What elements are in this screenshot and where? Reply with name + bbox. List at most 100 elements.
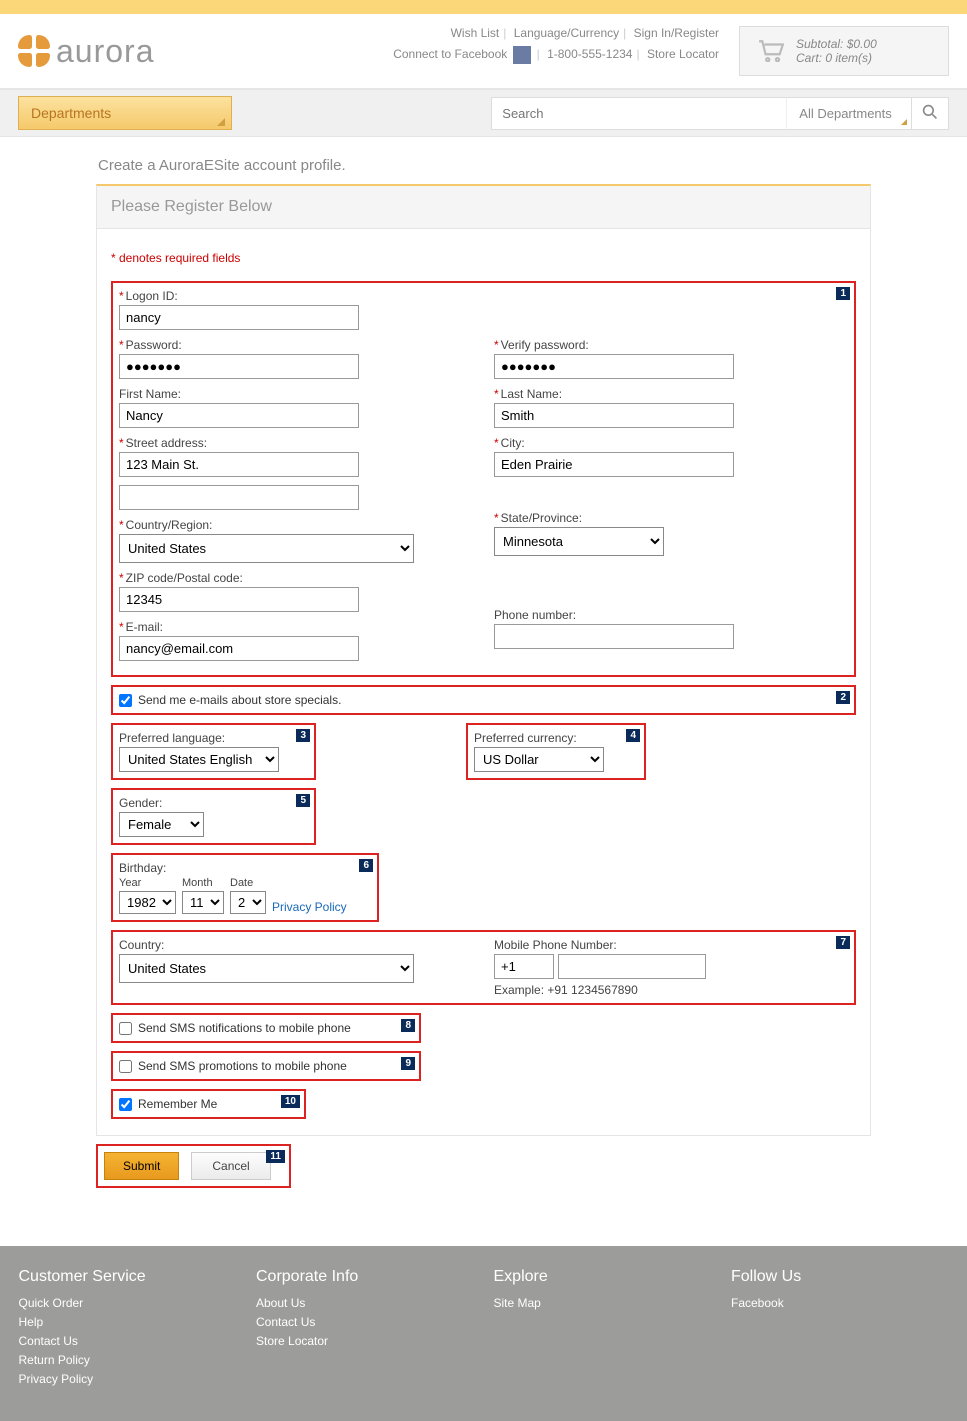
date-label: Date <box>230 877 266 889</box>
facebook-connect-link[interactable]: Connect to Facebook <box>393 47 507 61</box>
buttons-section: 11 Submit Cancel <box>96 1144 291 1188</box>
footer-link[interactable]: Site Map <box>494 1296 712 1310</box>
footer: Customer Service Quick Order Help Contac… <box>0 1246 967 1421</box>
birthday-date-select[interactable]: 2 <box>230 891 266 914</box>
gender-label: Gender: <box>119 796 308 810</box>
birthday-year-select[interactable]: 1982 <box>119 891 176 914</box>
zip-label: ZIP code/Postal code: <box>126 571 243 585</box>
badge-7: 7 <box>836 936 850 949</box>
footer-link[interactable]: Return Policy <box>19 1353 237 1367</box>
cancel-button[interactable]: Cancel <box>191 1152 270 1180</box>
cart-items-value: 0 item(s) <box>825 51 872 65</box>
verify-password-input[interactable] <box>494 354 734 379</box>
logo-text: aurora <box>56 33 155 70</box>
zip-input[interactable] <box>119 587 359 612</box>
footer-link[interactable]: Privacy Policy <box>19 1372 237 1386</box>
footer-corp-title: Corporate Info <box>256 1268 474 1286</box>
badge-8: 8 <box>401 1019 415 1032</box>
birthday-section: 6 Birthday: Year 1982 Month 11 Date 2 Pr… <box>111 853 379 922</box>
footer-link[interactable]: Store Locator <box>256 1334 474 1348</box>
footer-link[interactable]: Contact Us <box>256 1315 474 1329</box>
logon-label: Logon ID: <box>126 289 178 303</box>
sms-notifications-checkbox[interactable] <box>119 1022 132 1035</box>
state-label: State/Province: <box>501 511 582 525</box>
footer-link[interactable]: Quick Order <box>19 1296 237 1310</box>
departments-button[interactable]: Departments <box>18 96 232 130</box>
language-currency-link[interactable]: Language/Currency <box>514 26 619 40</box>
country-select[interactable]: United States <box>119 534 414 563</box>
verify-password-label: Verify password: <box>501 338 589 352</box>
first-name-input[interactable] <box>119 403 359 428</box>
mobile-number-input[interactable] <box>558 954 706 979</box>
required-note: * denotes required fields <box>111 251 856 265</box>
mobile-prefix-input[interactable] <box>494 954 554 979</box>
badge-11: 11 <box>266 1150 285 1163</box>
email-specials-checkbox[interactable] <box>119 694 132 707</box>
phone-label: Phone number: <box>494 608 576 622</box>
search-scope-select[interactable]: All Departments <box>786 97 912 130</box>
last-name-input[interactable] <box>494 403 734 428</box>
pref-cur-label: Preferred currency: <box>474 731 638 745</box>
preferred-language-section: 3 Preferred language: United States Engl… <box>111 723 316 780</box>
footer-link[interactable]: About Us <box>256 1296 474 1310</box>
street-input[interactable] <box>119 452 359 477</box>
year-label: Year <box>119 877 176 889</box>
badge-6: 6 <box>359 859 373 872</box>
pref-lang-label: Preferred language: <box>119 731 308 745</box>
gender-select[interactable]: Female <box>119 812 204 837</box>
search-scope-label: All Departments <box>799 106 891 121</box>
top-accent-bar <box>0 0 967 14</box>
store-locator-link[interactable]: Store Locator <box>647 47 719 61</box>
remember-me-checkbox[interactable] <box>119 1098 132 1111</box>
email-specials-section: 2 Send me e-mails about store specials. <box>111 685 856 715</box>
mini-cart[interactable]: Subtotal: $0.00 Cart: 0 item(s) <box>739 26 949 76</box>
facebook-icon <box>513 46 531 64</box>
footer-follow-title: Follow Us <box>731 1268 949 1286</box>
header: aurora Wish List| Language/Currency| Sig… <box>0 14 967 89</box>
submit-button[interactable]: Submit <box>104 1152 179 1180</box>
country-label: Country/Region: <box>126 518 213 532</box>
footer-link[interactable]: Facebook <box>731 1296 949 1310</box>
preferred-language-select[interactable]: United States English <box>119 747 279 772</box>
badge-3: 3 <box>296 729 310 742</box>
page-title: Create a AuroraESite account profile. <box>96 157 871 174</box>
cart-items-label: Cart: <box>796 51 822 65</box>
street-label: Street address: <box>126 436 207 450</box>
badge-9: 9 <box>401 1057 415 1070</box>
state-select[interactable]: Minnesota <box>494 527 664 556</box>
email-input[interactable] <box>119 636 359 661</box>
sms-notifications-label: Send SMS notifications to mobile phone <box>138 1021 351 1035</box>
city-input[interactable] <box>494 452 734 477</box>
remember-me-section: 10 Remember Me <box>111 1089 306 1119</box>
footer-link[interactable]: Contact Us <box>19 1334 237 1348</box>
preferred-currency-select[interactable]: US Dollar <box>474 747 604 772</box>
phone-input[interactable] <box>494 624 734 649</box>
logo[interactable]: aurora <box>18 33 155 70</box>
footer-link[interactable]: Help <box>19 1315 237 1329</box>
search-button[interactable] <box>912 97 949 130</box>
search-area: All Departments <box>491 97 949 130</box>
search-input[interactable] <box>491 97 786 130</box>
logon-input[interactable] <box>119 305 359 330</box>
sms-promotions-label: Send SMS promotions to mobile phone <box>138 1059 347 1073</box>
sign-in-link[interactable]: Sign In/Register <box>634 26 719 40</box>
cart-subtotal-label: Subtotal: <box>796 37 843 51</box>
cart-icon <box>758 40 784 62</box>
mobile-country-label: Country: <box>119 938 454 952</box>
nav-bar: Departments All Departments <box>0 89 967 137</box>
mobile-country-select[interactable]: United States <box>119 954 414 983</box>
privacy-policy-link[interactable]: Privacy Policy <box>272 900 347 914</box>
search-icon <box>922 104 938 120</box>
password-input[interactable] <box>119 354 359 379</box>
sms-promotions-checkbox[interactable] <box>119 1060 132 1073</box>
birthday-month-select[interactable]: 11 <box>182 891 224 914</box>
mobile-example: Example: +91 1234567890 <box>494 983 829 997</box>
street2-input[interactable] <box>119 485 359 510</box>
badge-2: 2 <box>836 691 850 704</box>
wish-list-link[interactable]: Wish List <box>451 26 500 40</box>
badge-5: 5 <box>296 794 310 807</box>
mobile-label: Mobile Phone Number: <box>494 938 829 952</box>
badge-10: 10 <box>281 1095 300 1108</box>
registration-form: * denotes required fields 1 *Logon ID: *… <box>96 229 871 1136</box>
footer-corporate: Corporate Info About Us Contact Us Store… <box>256 1268 474 1391</box>
